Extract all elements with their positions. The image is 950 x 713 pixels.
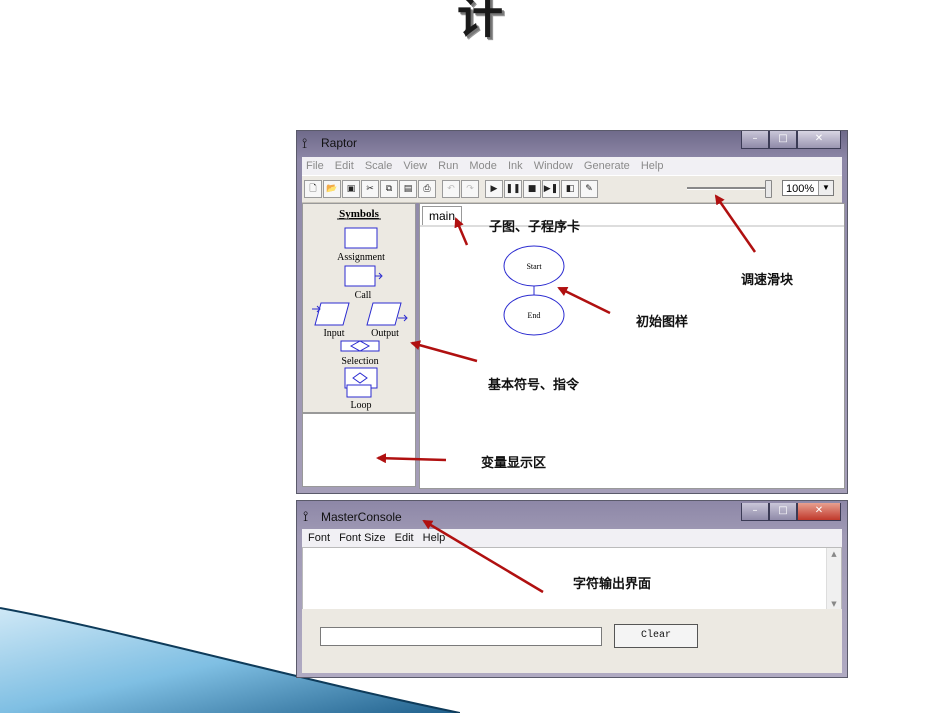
arrow-basic-symbols <box>410 340 478 363</box>
arrow-initial-chart <box>557 286 611 315</box>
annotation-arrows <box>376 194 757 594</box>
arrow-speed-slider <box>714 194 757 253</box>
arrow-variable-area <box>376 453 447 464</box>
arrow-subchart <box>454 217 469 246</box>
arrow-output-area <box>422 519 544 594</box>
